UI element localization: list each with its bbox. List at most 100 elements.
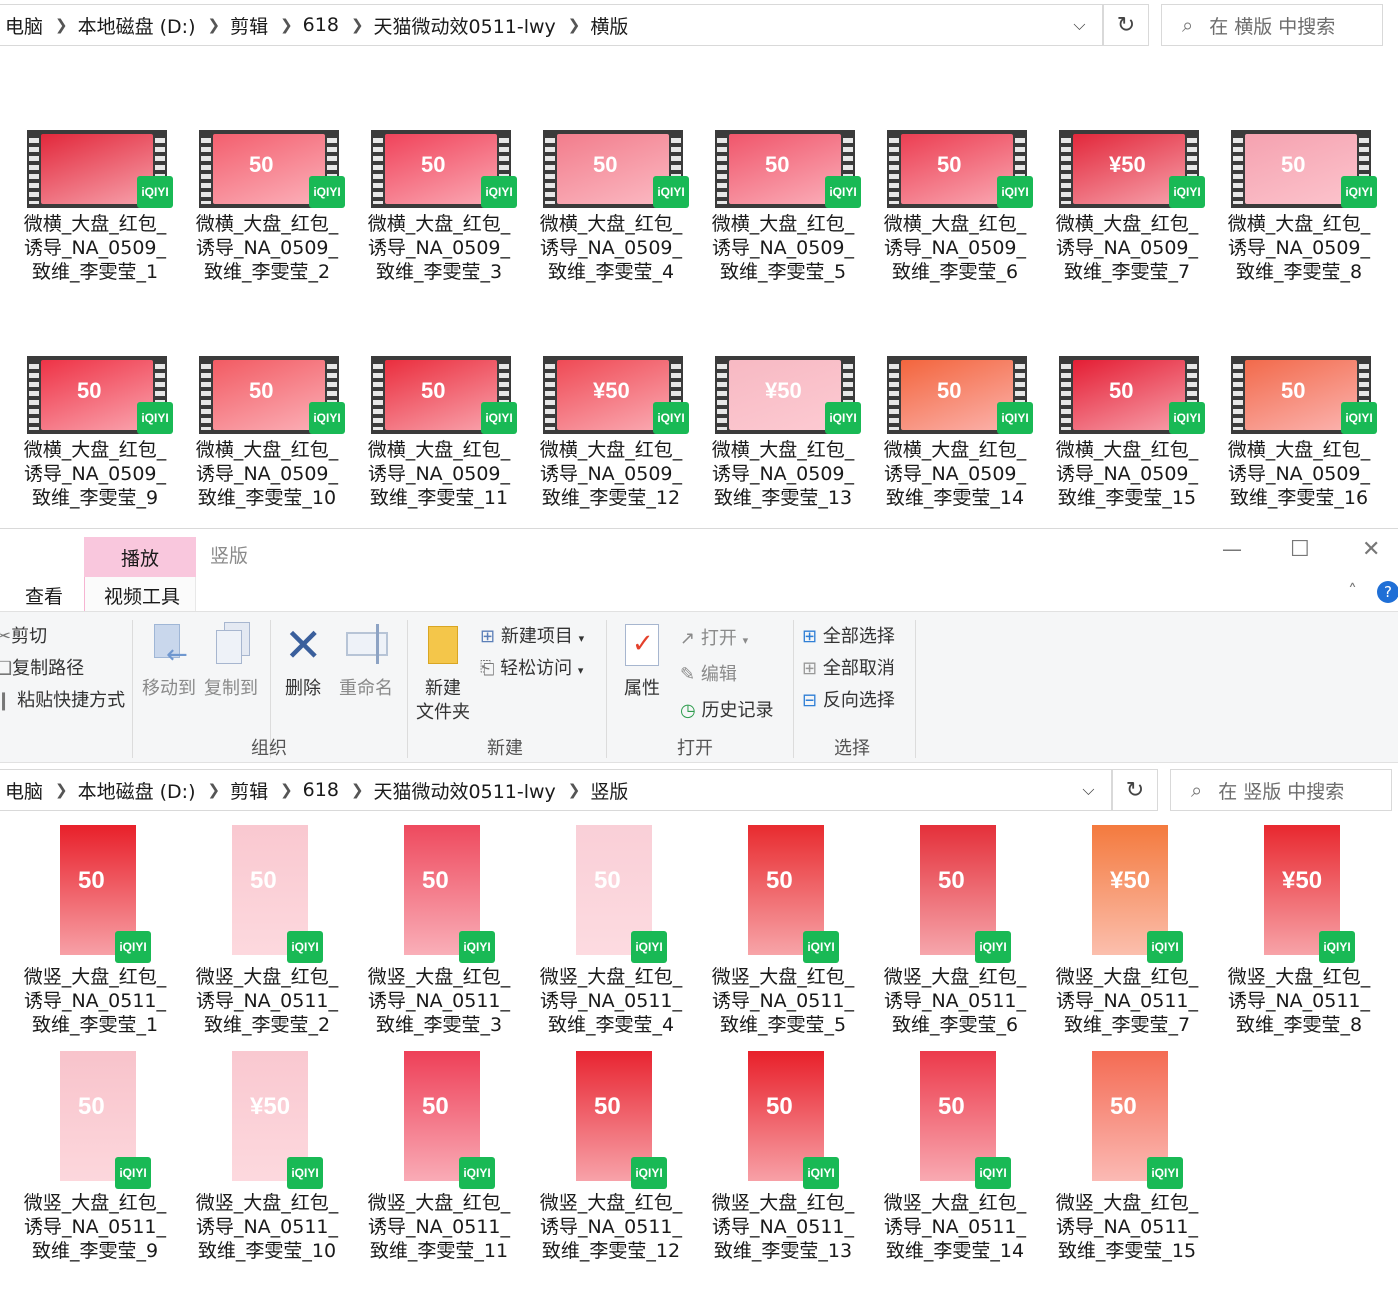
open-button[interactable]: ↗ 打开 ▾: [680, 624, 748, 650]
chevron-down-icon[interactable]: ⌵: [1066, 769, 1112, 811]
new-folder-button[interactable]: 新建: [425, 674, 461, 700]
invert-selection-button[interactable]: ⊟ 反向选择: [802, 686, 895, 712]
file-name-line: 诱导_NA_0509_: [23, 463, 167, 485]
file-item[interactable]: 50 iQIYI 微竖_大盘_红包_ 诱导_NA_0511_ 致维_李雯莹_15: [1052, 1051, 1202, 1265]
iqiyi-logo-icon: iQIYI: [975, 1157, 1011, 1189]
coupon-amount: 50: [938, 867, 965, 894]
file-name-line: 致维_李雯莹_3: [375, 261, 503, 283]
breadcrumb-item[interactable]: 电脑: [0, 12, 51, 39]
file-name: 微横_大盘_红包_ 诱导_NA_0509_ 致维_李雯莹_5: [708, 212, 858, 284]
breadcrumb-item[interactable]: 618: [297, 14, 347, 36]
file-item[interactable]: 50 iQIYI 微竖_大盘_红包_ 诱导_NA_0511_ 致维_李雯莹_14: [880, 1051, 1030, 1265]
select-none-button[interactable]: ⊞ 全部取消: [802, 654, 895, 680]
file-item[interactable]: 50 iQIYI 微竖_大盘_红包_ 诱导_NA_0511_ 致维_李雯莹_4: [536, 825, 686, 1039]
select-all-button[interactable]: ⊞ 全部选择: [802, 622, 895, 648]
file-grid-portrait: 50 iQIYI 微竖_大盘_红包_ 诱导_NA_0511_ 致维_李雯莹_1 50 iQI…: [0, 819, 1398, 1300]
maximize-icon[interactable]: ☐: [1290, 537, 1310, 562]
file-item[interactable]: ¥50 iQIYI 微横_大盘_红包_ 诱导_NA_0509_ 致维_李雯莹_7: [1052, 130, 1205, 290]
file-item[interactable]: 50 iQIYI 微竖_大盘_红包_ 诱导_NA_0511_ 致维_李雯莹_5: [708, 825, 858, 1039]
coupon-amount: ¥50: [593, 378, 630, 403]
file-item[interactable]: 50 iQIYI 微竖_大盘_红包_ 诱导_NA_0511_ 致维_李雯莹_11: [364, 1051, 514, 1265]
breadcrumb[interactable]: 电脑 ❯ 本地磁盘 (D:) ❯ 剪辑 ❯ 618 ❯ 天猫微动效0511-lwy ❯ 竖版: [0, 769, 1112, 811]
file-item[interactable]: ¥50 iQIYI 微横_大盘_红包_ 诱导_NA_0509_ 致维_李雯莹_13: [708, 356, 861, 516]
search-input[interactable]: ⌕ 在 竖版 中搜索: [1170, 769, 1392, 811]
move-to-button[interactable]: 移动到: [142, 674, 196, 700]
file-item[interactable]: 50 iQIYI 微横_大盘_红包_ 诱导_NA_0509_ 致维_李雯莹_9: [20, 356, 173, 516]
tab-play[interactable]: 播放: [84, 537, 196, 577]
group-organize: 组织: [251, 738, 287, 759]
file-item[interactable]: 50 iQIYI 微竖_大盘_红包_ 诱导_NA_0511_ 致维_李雯莹_2: [192, 825, 342, 1039]
file-name-line: 微竖_大盘_红包_: [1227, 966, 1371, 988]
file-item[interactable]: 50 iQIYI 微横_大盘_红包_ 诱导_NA_0509_ 致维_李雯莹_10: [192, 356, 345, 516]
properties-button[interactable]: 属性: [624, 674, 660, 700]
help-icon[interactable]: ?: [1377, 581, 1398, 603]
file-item[interactable]: 50 iQIYI 微横_大盘_红包_ 诱导_NA_0509_ 致维_李雯莹_4: [536, 130, 689, 290]
refresh-icon[interactable]: ↻: [1112, 769, 1158, 811]
open-icon: ↗: [680, 628, 696, 649]
breadcrumb-item[interactable]: 天猫微动效0511-lwy: [368, 777, 564, 804]
file-name: 微竖_大盘_红包_ 诱导_NA_0511_ 致维_李雯莹_3: [364, 965, 514, 1037]
file-item[interactable]: 50 iQIYI 微横_大盘_红包_ 诱导_NA_0509_ 致维_李雯莹_6: [880, 130, 1033, 290]
file-item[interactable]: ¥50 iQIYI 微横_大盘_红包_ 诱导_NA_0509_ 致维_李雯莹_12: [536, 356, 689, 516]
file-item[interactable]: 50 iQIYI 微横_大盘_红包_ 诱导_NA_0509_ 致维_李雯莹_5: [708, 130, 861, 290]
breadcrumb-item[interactable]: 剪辑: [224, 777, 276, 804]
breadcrumb-item[interactable]: 618: [297, 779, 347, 801]
tab-video-tools[interactable]: 视频工具: [104, 582, 180, 609]
coupon-amount: ¥50: [1109, 152, 1146, 177]
file-grid-landscape: iQIYI 微横_大盘_红包_ 诱导_NA_0509_ 致维_李雯莹_1 50 iQIYI…: [0, 50, 1398, 528]
file-item[interactable]: 50 iQIYI 微竖_大盘_红包_ 诱导_NA_0511_ 致维_李雯莹_9: [20, 1051, 170, 1265]
ribbon: ✂剪切 ❑复制路径 ❙粘贴快捷方式 ← 移动到 复制到 ✕ 删除 重命名 组织 …: [0, 611, 1398, 763]
film-strip: [1061, 360, 1071, 430]
breadcrumb-item[interactable]: 剪辑: [224, 12, 276, 39]
refresh-icon[interactable]: ↻: [1103, 4, 1149, 46]
breadcrumb-item[interactable]: 电脑: [0, 777, 51, 804]
copy-path-button[interactable]: ❑复制路径: [0, 654, 84, 680]
file-name: 微横_大盘_红包_ 诱导_NA_0509_ 致维_李雯莹_14: [880, 438, 1030, 510]
file-item[interactable]: 50 iQIYI 微横_大盘_红包_ 诱导_NA_0509_ 致维_李雯莹_15: [1052, 356, 1205, 516]
delete-button[interactable]: 删除: [285, 674, 321, 700]
chevron-down-icon[interactable]: ⌵: [1057, 4, 1103, 46]
file-item[interactable]: ¥50 iQIYI 微竖_大盘_红包_ 诱导_NA_0511_ 致维_李雯莹_10: [192, 1051, 342, 1265]
collapse-ribbon-icon[interactable]: ˄: [1348, 581, 1357, 602]
breadcrumb-item[interactable]: 横版: [584, 12, 636, 39]
file-name: 微竖_大盘_红包_ 诱导_NA_0511_ 致维_李雯莹_10: [192, 1191, 342, 1263]
tab-view[interactable]: 查看: [25, 582, 63, 609]
file-item[interactable]: 50 iQIYI 微横_大盘_红包_ 诱导_NA_0509_ 致维_李雯莹_11: [364, 356, 517, 516]
file-item[interactable]: 50 iQIYI 微竖_大盘_红包_ 诱导_NA_0511_ 致维_李雯莹_3: [364, 825, 514, 1039]
close-icon[interactable]: ✕: [1362, 537, 1380, 562]
new-item-icon: ⊞: [480, 626, 496, 647]
file-item[interactable]: 50 iQIYI 微竖_大盘_红包_ 诱导_NA_0511_ 致维_李雯莹_12: [536, 1051, 686, 1265]
file-item[interactable]: ¥50 iQIYI 微竖_大盘_红包_ 诱导_NA_0511_ 致维_李雯莹_8: [1224, 825, 1374, 1039]
search-input[interactable]: ⌕ 在 横版 中搜索: [1161, 4, 1383, 46]
window-title: 竖版: [210, 545, 249, 567]
edit-button[interactable]: ✎ 编辑: [680, 660, 737, 686]
breadcrumb-chevron-icon: ❯: [207, 781, 221, 799]
cut-button[interactable]: ✂剪切: [0, 622, 47, 648]
breadcrumb-item[interactable]: 天猫微动效0511-lwy: [368, 12, 564, 39]
breadcrumb-item[interactable]: 本地磁盘 (D:): [72, 12, 204, 39]
file-item[interactable]: ¥50 iQIYI 微竖_大盘_红包_ 诱导_NA_0511_ 致维_李雯莹_7: [1052, 825, 1202, 1039]
file-item[interactable]: 50 iQIYI 微横_大盘_红包_ 诱导_NA_0509_ 致维_李雯莹_2: [192, 130, 345, 290]
breadcrumb[interactable]: 电脑 ❯ 本地磁盘 (D:) ❯ 剪辑 ❯ 618 ❯ 天猫微动效0511-lwy ❯ 横版: [0, 4, 1103, 46]
breadcrumb-chevron-icon: ❯: [280, 781, 293, 799]
easy-access-button[interactable]: ⎗ 轻松访问 ▾: [480, 654, 583, 680]
breadcrumb-item[interactable]: 本地磁盘 (D:): [72, 777, 204, 804]
file-name-line: 致维_李雯莹_6: [891, 261, 1019, 283]
minimize-icon[interactable]: —: [1222, 537, 1242, 561]
iqiyi-logo-icon: iQIYI: [631, 1157, 667, 1189]
copy-to-button[interactable]: 复制到: [204, 674, 258, 700]
coupon-amount: 50: [249, 378, 274, 403]
file-item[interactable]: 50 iQIYI 微竖_大盘_红包_ 诱导_NA_0511_ 致维_李雯莹_1: [20, 825, 170, 1039]
file-item[interactable]: 50 iQIYI 微竖_大盘_红包_ 诱导_NA_0511_ 致维_李雯莹_13: [708, 1051, 858, 1265]
file-item[interactable]: 50 iQIYI 微竖_大盘_红包_ 诱导_NA_0511_ 致维_李雯莹_6: [880, 825, 1030, 1039]
new-item-button[interactable]: ⊞ 新建项目 ▾: [480, 622, 584, 648]
paste-shortcut-button[interactable]: ❙粘贴快捷方式: [0, 686, 125, 712]
file-item[interactable]: 50 iQIYI 微横_大盘_红包_ 诱导_NA_0509_ 致维_李雯莹_14: [880, 356, 1033, 516]
breadcrumb-item[interactable]: 竖版: [584, 777, 636, 804]
history-button[interactable]: ◷ 历史记录: [680, 696, 773, 722]
file-item[interactable]: 50 iQIYI 微横_大盘_红包_ 诱导_NA_0509_ 致维_李雯莹_3: [364, 130, 517, 290]
file-item[interactable]: 50 iQIYI 微横_大盘_红包_ 诱导_NA_0509_ 致维_李雯莹_16: [1224, 356, 1377, 516]
rename-button[interactable]: 重命名: [339, 674, 393, 700]
file-item[interactable]: 50 iQIYI 微横_大盘_红包_ 诱导_NA_0509_ 致维_李雯莹_8: [1224, 130, 1377, 290]
file-item[interactable]: iQIYI 微横_大盘_红包_ 诱导_NA_0509_ 致维_李雯莹_1: [20, 130, 173, 290]
